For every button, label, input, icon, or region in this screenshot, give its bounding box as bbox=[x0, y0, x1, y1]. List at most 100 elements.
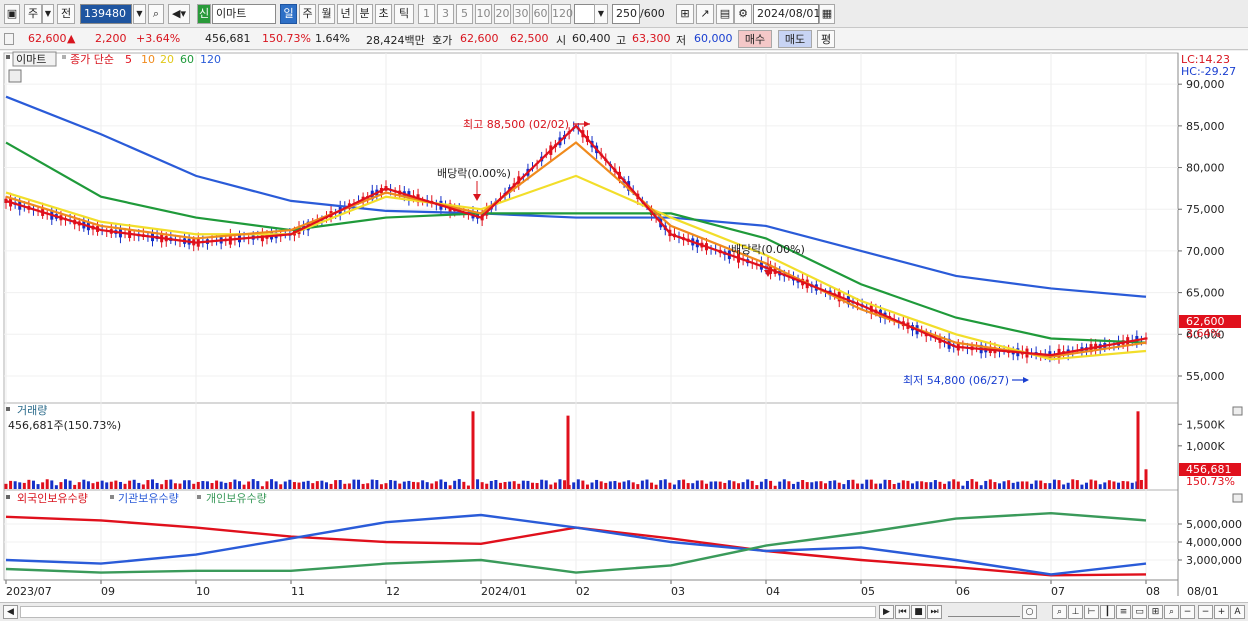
interval-5-button[interactable]: 5 bbox=[456, 4, 473, 24]
zoom-out-icon[interactable]: − bbox=[1198, 605, 1213, 619]
sell-button[interactable]: 매도 bbox=[778, 30, 812, 48]
chart-area[interactable]: 90,000 85,000 80,000 75,000 70,000 65,000 60,0… bbox=[0, 51, 1248, 602]
volume-bar bbox=[315, 481, 319, 489]
volume-bar bbox=[398, 483, 402, 489]
volume-bar bbox=[897, 482, 901, 489]
print-icon[interactable]: ▤ bbox=[716, 4, 734, 24]
volume-bar bbox=[581, 480, 585, 489]
volume-bar bbox=[434, 481, 438, 489]
stop-icon[interactable]: ■ bbox=[911, 605, 926, 619]
volume-bar bbox=[997, 483, 1001, 489]
buy-button[interactable]: 매수 bbox=[738, 30, 772, 48]
interval-10-button[interactable]: 10 bbox=[475, 4, 492, 24]
fast-forward-icon[interactable]: ⏭ bbox=[927, 605, 942, 619]
eval-button[interactable]: 평 bbox=[817, 30, 835, 48]
holdings-tick-label: 5,000,000 bbox=[1186, 518, 1242, 531]
bid-value: 62,500 bbox=[510, 32, 549, 45]
volume-bar bbox=[585, 484, 589, 489]
period-tick-button[interactable]: 틱 bbox=[394, 4, 414, 24]
search-icon[interactable]: ⌕ bbox=[148, 4, 164, 24]
magnify-icon[interactable]: ⌕ bbox=[1052, 605, 1067, 619]
period-month-button[interactable]: 월 bbox=[318, 4, 335, 24]
volume-bar bbox=[952, 479, 956, 489]
volume-bar bbox=[814, 481, 818, 489]
search-chart-icon[interactable]: ⌕ bbox=[1164, 605, 1179, 619]
ruler-icon[interactable]: ⊥ bbox=[1068, 605, 1083, 619]
price-tick-label: 65,000 bbox=[1186, 287, 1225, 300]
holdings-panel-close-icon[interactable] bbox=[1232, 493, 1243, 503]
drawing-icon[interactable]: ↗ bbox=[696, 4, 714, 24]
zoom-out-chart-icon[interactable]: − bbox=[1180, 605, 1195, 619]
volume-bar bbox=[164, 479, 168, 489]
volume-bar bbox=[480, 482, 484, 489]
volume-bar bbox=[714, 481, 718, 489]
volume-bar bbox=[1052, 479, 1056, 489]
scroll-left-icon[interactable]: ◀ bbox=[3, 605, 18, 619]
indiv-legend: 개인보유수량 bbox=[206, 492, 267, 505]
calendar-icon[interactable]: ▦ bbox=[819, 4, 835, 24]
table-toggle-icon[interactable] bbox=[8, 69, 22, 83]
speaker-icon[interactable]: ◀▾ bbox=[168, 4, 190, 24]
scroll-track[interactable] bbox=[20, 606, 876, 618]
interval-60-button[interactable]: 60 bbox=[532, 4, 549, 24]
volume-bar bbox=[755, 485, 759, 489]
volume-bar bbox=[503, 482, 507, 489]
ma20-legend: 20 bbox=[160, 53, 174, 66]
volume-bar bbox=[96, 481, 100, 489]
fit-icon[interactable]: ▭ bbox=[1132, 605, 1147, 619]
count-input[interactable]: 250 bbox=[612, 4, 640, 24]
period-minute-button[interactable]: 분 bbox=[356, 4, 373, 24]
period-second-button[interactable]: 초 bbox=[375, 4, 392, 24]
volume-bar bbox=[636, 484, 640, 489]
chart-tools-icon[interactable]: ⊞ bbox=[676, 4, 694, 24]
scroll-right-icon[interactable]: ▶ bbox=[879, 605, 894, 619]
volume-bar bbox=[352, 479, 356, 489]
settings-gear-icon[interactable]: ⚙ bbox=[734, 4, 752, 24]
volume-bar bbox=[86, 481, 90, 489]
code-dropdown-icon[interactable]: ▼ bbox=[133, 4, 146, 24]
market-dropdown-icon[interactable]: ▼ bbox=[42, 4, 54, 24]
interval-1-button[interactable]: 1 bbox=[418, 4, 435, 24]
stock-code-input[interactable]: 139480 bbox=[80, 4, 132, 24]
interval-dropdown-icon[interactable]: ▼ bbox=[594, 4, 608, 24]
compare-icon[interactable]: ≡ bbox=[1116, 605, 1131, 619]
volume-bar bbox=[334, 480, 338, 489]
interval-20-button[interactable]: 20 bbox=[494, 4, 511, 24]
split-icon[interactable]: ⊢ bbox=[1084, 605, 1099, 619]
candle-style-icon[interactable]: ┃ bbox=[1100, 605, 1115, 619]
volume-bar bbox=[375, 480, 379, 489]
checkbox-icon[interactable] bbox=[4, 33, 14, 45]
hc-label: HC:-29.27 bbox=[1181, 65, 1236, 78]
interval-120-button[interactable]: 120 bbox=[551, 4, 573, 24]
volume-bar bbox=[947, 481, 951, 489]
volume-bar bbox=[173, 483, 177, 489]
volume-bar bbox=[91, 483, 95, 489]
grid-view-icon[interactable]: ⊞ bbox=[1148, 605, 1163, 619]
volume-bar bbox=[750, 480, 754, 489]
zoom-in-icon[interactable]: + bbox=[1214, 605, 1229, 619]
period-day-button[interactable]: 일 bbox=[280, 4, 297, 24]
volume-bar bbox=[1130, 482, 1134, 489]
bottom-scrollbar[interactable]: ◀ ▶ ⏮ ■ ⏭ ○ ⌕ ⊥ ⊢ ┃ ≡ ▭ ⊞ ⌕ − − + A bbox=[0, 602, 1248, 621]
volume-bar bbox=[183, 480, 187, 489]
volume-panel-close-icon[interactable] bbox=[1232, 406, 1243, 416]
volume-value-label: 456,681주(150.73%) bbox=[8, 419, 121, 432]
period-year-button[interactable]: 년 bbox=[337, 4, 354, 24]
date-input[interactable]: 2024/08/01 bbox=[753, 4, 820, 24]
speed-slider[interactable] bbox=[948, 607, 1020, 617]
stock-chart-svg[interactable]: 90,00085,00080,00075,00070,00065,00060,0… bbox=[0, 51, 1248, 602]
window-menu-icon[interactable]: ▣ bbox=[4, 4, 20, 24]
period-week-button[interactable]: 주 bbox=[299, 4, 316, 24]
ask-label: 호가 bbox=[432, 34, 453, 47]
rewind-icon[interactable]: ⏮ bbox=[895, 605, 910, 619]
volume-bar bbox=[457, 479, 461, 489]
volume-bar bbox=[553, 482, 557, 489]
font-size-icon[interactable]: A bbox=[1230, 605, 1245, 619]
zoom-reset-icon[interactable]: ○ bbox=[1022, 605, 1037, 619]
prev-button[interactable]: 전 bbox=[57, 4, 75, 24]
interval-30-button[interactable]: 30 bbox=[513, 4, 530, 24]
stock-name-field[interactable]: 이마트 bbox=[212, 4, 276, 24]
market-select[interactable]: 주 bbox=[24, 4, 42, 24]
volume-bar bbox=[45, 479, 49, 489]
interval-3-button[interactable]: 3 bbox=[437, 4, 454, 24]
